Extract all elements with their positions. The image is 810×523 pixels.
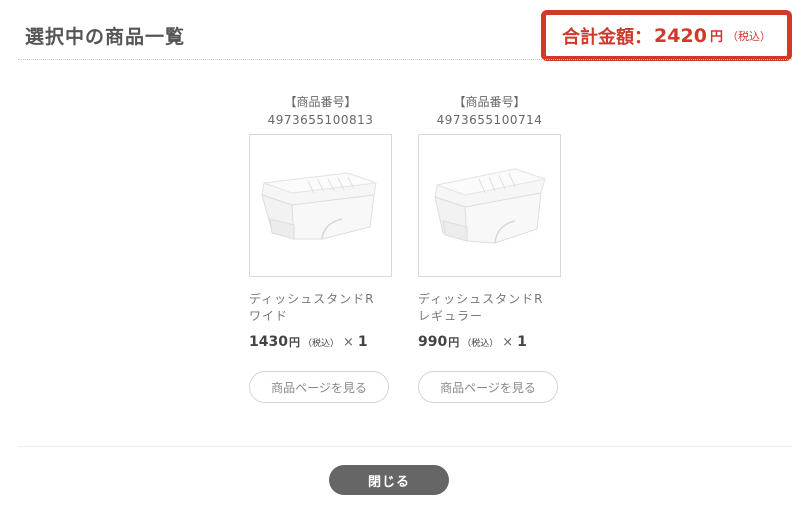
product-page-button[interactable]: 商品ページを見る xyxy=(249,371,389,403)
page-title: 選択中の商品一覧 xyxy=(25,26,186,48)
product-number-label: 【商品番号】 xyxy=(284,95,357,109)
product-currency: 円 xyxy=(288,336,300,349)
product-price-row: 990円 （税込） × 1 xyxy=(418,331,568,350)
product-name-line-1: ディッシュスタンドR xyxy=(249,292,375,306)
product-image[interactable] xyxy=(249,134,392,277)
footer-divider xyxy=(18,446,792,447)
product-name: ディッシュスタンドR ワイド xyxy=(249,291,399,325)
header-divider xyxy=(18,59,792,60)
product-number: 4973655100813 xyxy=(267,113,374,127)
dish-stand-icon xyxy=(261,172,377,240)
total-tax-note: （税込） xyxy=(726,29,771,43)
product-page-button[interactable]: 商品ページを見る xyxy=(418,371,558,403)
product-number: 4973655100714 xyxy=(436,113,543,127)
product-card: 【商品番号】 4973655100714 ディッシュスタンドR レギュラー 99… xyxy=(418,93,568,403)
product-name-line-1: ディッシュスタンドR xyxy=(418,292,544,306)
product-tax-note: （税込） xyxy=(462,339,499,349)
quantity-sign: × xyxy=(502,335,514,350)
product-image[interactable] xyxy=(418,134,561,277)
product-card: 【商品番号】 4973655100813 ディッシュスタンドR ワイド 1430… xyxy=(249,93,399,403)
product-quantity: 1 xyxy=(517,334,527,350)
product-name-line-2: ワイド xyxy=(249,309,289,323)
total-amount-box: 合計金額： 2420 円 （税込） xyxy=(541,10,792,61)
product-currency: 円 xyxy=(448,336,460,349)
close-button[interactable]: 閉じる xyxy=(329,465,449,495)
product-price: 990 xyxy=(418,334,448,350)
product-quantity: 1 xyxy=(357,334,368,350)
total-currency: 円 xyxy=(709,30,723,45)
dish-stand-icon xyxy=(434,168,547,244)
product-name: ディッシュスタンドR レギュラー xyxy=(418,291,568,325)
product-price: 1430 xyxy=(249,334,288,350)
product-number-label: 【商品番号】 xyxy=(453,95,526,109)
total-amount: 2420 xyxy=(654,24,707,47)
product-tax-note: （税込） xyxy=(302,339,339,349)
total-label: 合計金額： xyxy=(562,26,653,48)
product-name-line-2: レギュラー xyxy=(418,309,484,323)
quantity-sign: × xyxy=(342,335,354,350)
product-price-row: 1430円 （税込） × 1 xyxy=(249,331,399,350)
